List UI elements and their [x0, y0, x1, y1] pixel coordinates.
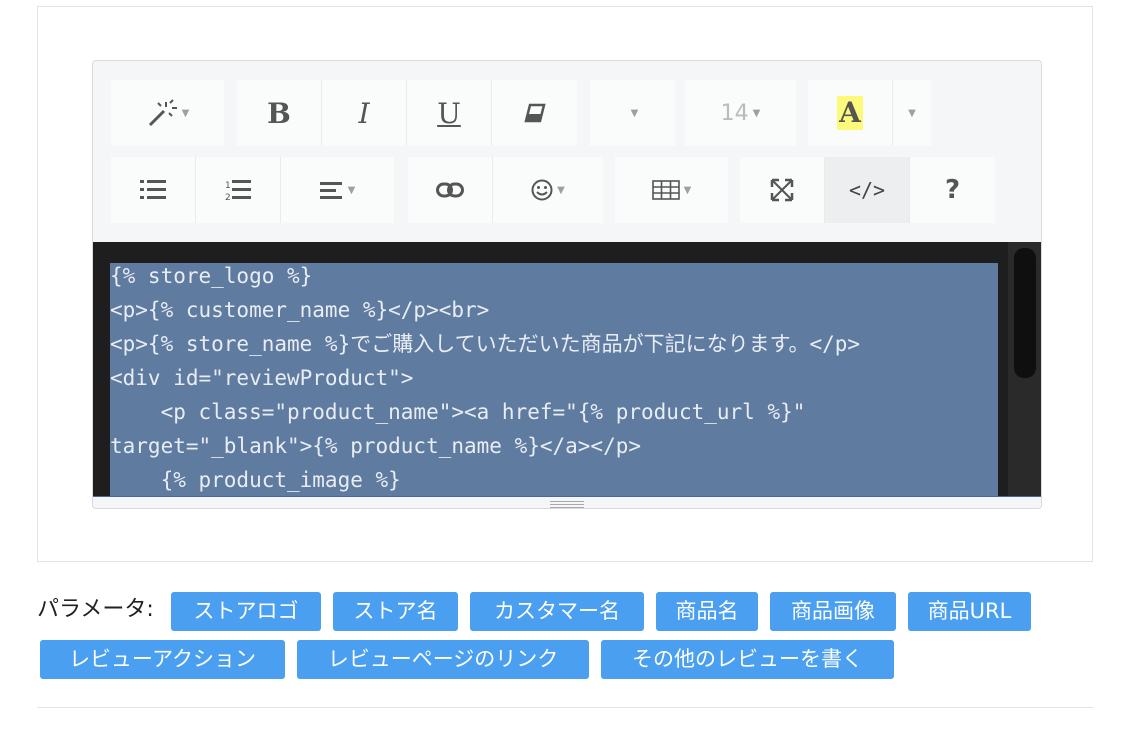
chevron-down-icon: ▼	[347, 184, 356, 196]
code-view-icon: </>	[848, 178, 886, 202]
scrollbar[interactable]	[1008, 242, 1041, 496]
link-icon	[436, 182, 464, 198]
insert-group: ▼	[408, 157, 603, 223]
font-name-group: ▼	[590, 80, 675, 146]
code-line: target="_blank">{% product_name %}</a></…	[110, 434, 642, 458]
code-line: {% store_logo %}	[110, 264, 313, 288]
italic-label: I	[358, 96, 370, 130]
divider	[37, 707, 1094, 708]
chevron-down-icon: ▼	[630, 107, 639, 119]
code-line: <p>{% store_name %}でご購入していただいた商品が下記になります…	[110, 332, 861, 356]
color-group: A ▼	[808, 80, 931, 146]
paragraph-align-button[interactable]: ▼	[281, 157, 394, 223]
table-group: ▼	[615, 157, 728, 223]
code-view-button[interactable]: </>	[825, 157, 910, 223]
resize-grip-icon	[550, 501, 584, 508]
code-editor[interactable]: {% store_logo %} <p>{% customer_name %}<…	[93, 242, 1041, 496]
font-size-value: 14	[720, 100, 749, 126]
view-group: </> ?	[740, 157, 995, 223]
svg-text:1: 1	[225, 181, 231, 191]
code-line: <p class="product_name"><a href="{% prod…	[110, 400, 806, 424]
param-tag-review-action[interactable]: レビューアクション	[40, 640, 285, 679]
code-line: <div id="reviewProduct">	[110, 366, 414, 390]
magic-style-button[interactable]: ▼	[111, 80, 224, 146]
magic-wand-icon	[146, 98, 178, 128]
param-tag-store-name[interactable]: ストア名	[333, 592, 458, 631]
table-icon	[651, 180, 680, 200]
svg-text:2: 2	[225, 193, 231, 201]
param-tag-write-other-review[interactable]: その他のレビューを書く	[601, 640, 894, 679]
text-color-button[interactable]: A	[808, 80, 893, 146]
editor-panel: ▼ B I U ▼ 14 ▼ A ▼ 1 2 ▼ ▼ ▼ </> ? {% st…	[37, 6, 1093, 562]
help-button[interactable]: ?	[910, 157, 995, 223]
param-tag-product-name[interactable]: 商品名	[656, 592, 758, 631]
ordered-list-button[interactable]: 12	[196, 157, 281, 223]
chevron-down-icon: ▼	[908, 107, 916, 119]
underline-label: U	[437, 96, 461, 130]
chevron-down-icon: ▼	[557, 184, 565, 196]
emoji-button[interactable]: ▼	[493, 157, 603, 223]
smiley-icon	[531, 179, 553, 201]
font-size-group: 14 ▼	[685, 80, 796, 146]
link-button[interactable]	[408, 157, 493, 223]
chevron-down-icon: ▼	[752, 107, 761, 119]
table-button[interactable]: ▼	[615, 157, 728, 223]
code-content[interactable]: {% store_logo %} <p>{% customer_name %}<…	[110, 259, 860, 496]
align-left-icon	[319, 181, 344, 199]
editor-toolbar: ▼ B I U ▼ 14 ▼ A ▼ 1 2 ▼ ▼ ▼ </> ?	[93, 61, 1041, 242]
chevron-down-icon: ▼	[181, 107, 190, 119]
code-line: <p>{% customer_name %}</p><br>	[110, 298, 490, 322]
rich-text-editor: ▼ B I U ▼ 14 ▼ A ▼ 1 2 ▼ ▼ ▼ </> ? {% st…	[92, 60, 1042, 509]
unordered-list-button[interactable]	[111, 157, 196, 223]
chevron-down-icon: ▼	[683, 184, 692, 196]
param-tag-product-url[interactable]: 商品URL	[908, 592, 1031, 631]
underline-button[interactable]: U	[407, 80, 492, 146]
font-name-button[interactable]: ▼	[590, 80, 675, 146]
param-tag-product-image[interactable]: 商品画像	[770, 592, 896, 631]
eraser-icon	[523, 103, 546, 123]
font-size-button[interactable]: 14 ▼	[685, 80, 796, 146]
unordered-list-icon	[140, 179, 166, 201]
param-tag-review-page-link[interactable]: レビューページのリンク	[297, 640, 589, 679]
code-line: {% product_image %}	[110, 468, 401, 492]
font-style-group: B I U	[237, 80, 577, 146]
italic-button[interactable]: I	[322, 80, 407, 146]
resize-handle[interactable]	[93, 496, 1041, 508]
color-dropdown-button[interactable]: ▼	[893, 80, 931, 146]
bold-button[interactable]: B	[237, 80, 322, 146]
param-tag-store-logo[interactable]: ストアロゴ	[171, 592, 321, 631]
list-group: 12 ▼	[111, 157, 394, 223]
bold-label: B	[267, 96, 291, 130]
params-label: パラメータ:	[37, 597, 154, 622]
text-color-icon: A	[837, 96, 863, 130]
ordered-list-icon: 12	[225, 179, 251, 201]
help-icon: ?	[944, 175, 961, 205]
fullscreen-button[interactable]	[740, 157, 825, 223]
scrollbar-thumb[interactable]	[1014, 248, 1036, 378]
clear-format-button[interactable]	[492, 80, 577, 146]
style-group: ▼	[111, 80, 224, 146]
fullscreen-icon	[770, 178, 794, 202]
param-tag-customer-name[interactable]: カスタマー名	[470, 592, 644, 631]
